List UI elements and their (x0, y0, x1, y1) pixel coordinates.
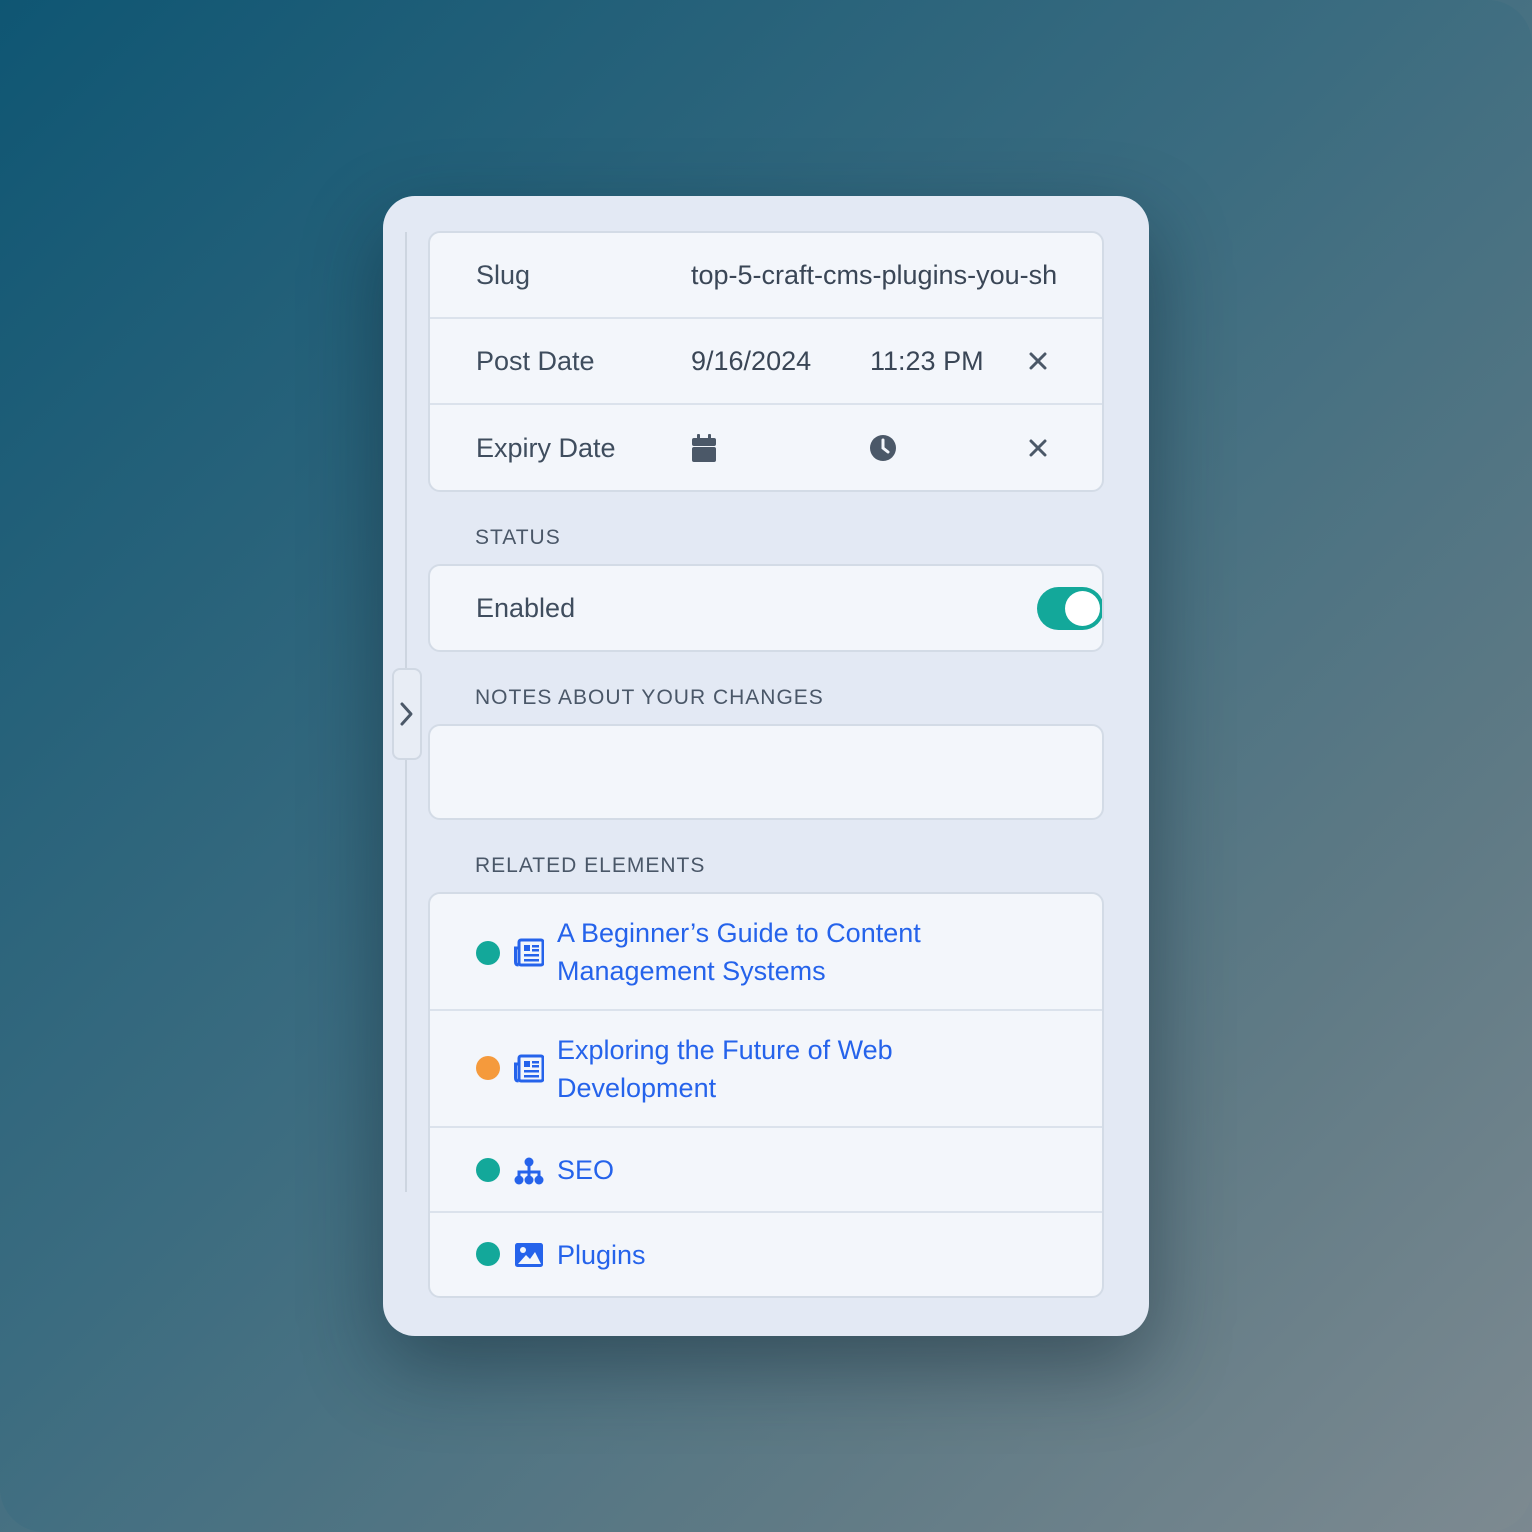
close-icon (1029, 439, 1047, 457)
list-item: Plugins (430, 1213, 1102, 1296)
toggle-knob (1065, 591, 1100, 626)
entry-sidebar-panel: Slug top-5-craft-cms-plugins-you-should-… (383, 196, 1149, 1336)
status-dot (476, 1056, 500, 1080)
slug-label: Slug (476, 259, 531, 290)
image-icon (515, 1243, 543, 1267)
clock-icon (870, 435, 896, 461)
status-dot (476, 1242, 500, 1266)
related-link[interactable]: A Beginner’s Guide to Content Management… (557, 914, 977, 990)
notes-textarea[interactable] (430, 726, 1102, 818)
newspaper-icon (514, 1054, 544, 1083)
clear-post-date-button[interactable] (1026, 349, 1050, 373)
expiry-date-picker[interactable] (691, 434, 717, 462)
expiry-date-row: Expiry Date (430, 405, 1102, 490)
clear-expiry-date-button[interactable] (1026, 436, 1050, 460)
related-elements-card: A Beginner’s Guide to Content Management… (428, 892, 1104, 1298)
collapse-sidebar-button[interactable] (392, 668, 422, 760)
chevron-right-icon (400, 702, 413, 726)
list-item: SEO (430, 1128, 1102, 1213)
related-link[interactable]: Plugins (557, 1236, 977, 1274)
status-card: Enabled (428, 564, 1104, 652)
sitemap-icon (514, 1157, 544, 1185)
expiry-time-picker[interactable] (869, 434, 897, 462)
related-link[interactable]: SEO (557, 1151, 977, 1189)
slug-input[interactable]: top-5-craft-cms-plugins-you-should-know (691, 260, 1057, 291)
desktop-background: Slug top-5-craft-cms-plugins-you-should-… (0, 0, 1532, 1532)
post-date-row: Post Date 9/16/2024 11:23 PM (430, 319, 1102, 405)
related-link[interactable]: Exploring the Future of Web Development (557, 1031, 977, 1107)
list-item: Exploring the Future of Web Development (430, 1011, 1102, 1128)
notes-heading: NOTES ABOUT YOUR CHANGES (475, 686, 824, 709)
post-date-label: Post Date (476, 345, 595, 376)
status-dot (476, 1158, 500, 1182)
post-time-input[interactable]: 11:23 PM (870, 346, 984, 377)
meta-fields-card: Slug top-5-craft-cms-plugins-you-should-… (428, 231, 1104, 492)
close-icon (1029, 352, 1047, 370)
status-dot (476, 941, 500, 965)
list-item: A Beginner’s Guide to Content Management… (430, 894, 1102, 1011)
post-date-input[interactable]: 9/16/2024 (691, 346, 851, 377)
status-heading: STATUS (475, 526, 561, 549)
calendar-icon (692, 434, 716, 462)
enabled-toggle[interactable] (1037, 587, 1102, 630)
related-heading: RELATED ELEMENTS (475, 854, 706, 877)
enabled-label: Enabled (476, 592, 576, 623)
newspaper-icon (514, 938, 544, 967)
expiry-date-label: Expiry Date (476, 432, 616, 463)
notes-card (428, 724, 1104, 820)
slug-row: Slug top-5-craft-cms-plugins-you-should-… (430, 233, 1102, 319)
